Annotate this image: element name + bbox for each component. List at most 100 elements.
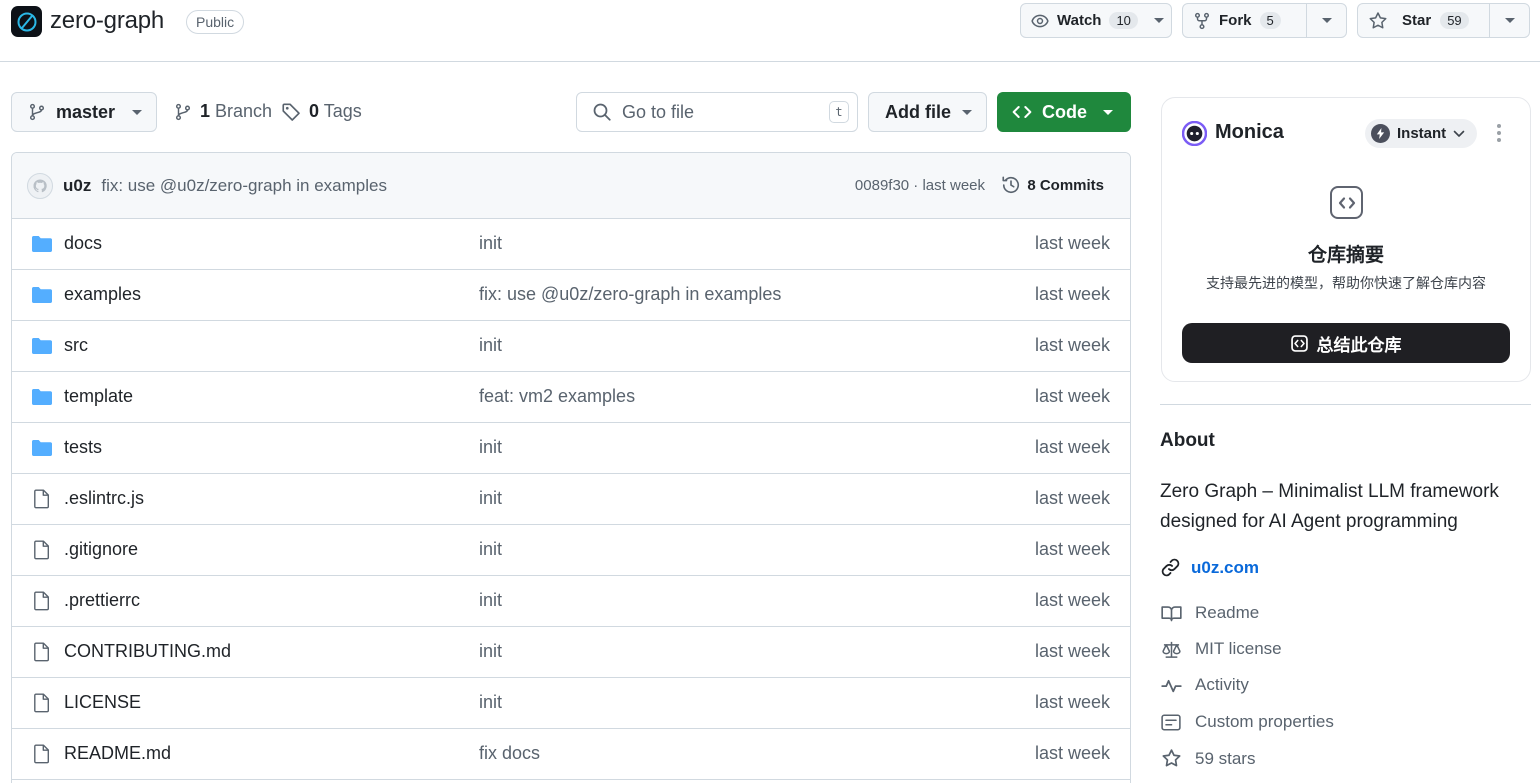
file-name[interactable]: .eslintrc.js [64,488,144,509]
branches-link[interactable]: 1 Branch [174,101,272,122]
chevron-down-icon [1453,130,1465,138]
stars-link[interactable]: 59 stars [1160,748,1255,769]
sidebar-divider [1160,404,1531,405]
file-commit-message[interactable]: init [479,539,502,560]
custom-properties-label: Custom properties [1195,712,1334,731]
file-name[interactable]: .gitignore [64,539,138,560]
file-date: last week [1034,284,1110,304]
file-date: last week [1034,488,1110,508]
star-dropdown[interactable] [1489,4,1529,37]
branch-select-button[interactable]: master [11,92,157,132]
file-name[interactable]: .prettierrc [64,590,140,611]
table-row: .prettierrc init last week [12,576,1130,627]
fork-button[interactable]: Fork 5 [1182,3,1347,38]
folder-icon [31,438,53,457]
about-description: Zero Graph – Minimalist LLM framework de… [1160,481,1499,532]
repo-logo-icon[interactable] [11,6,42,37]
custom-properties-link[interactable]: Custom properties [1160,712,1334,732]
file-commit-message[interactable]: init [479,335,502,356]
file-name[interactable]: docs [64,233,102,254]
commits-count: 8 Commits [1027,176,1104,194]
eye-icon [1031,12,1049,30]
star-label: Star [1402,12,1432,29]
tags-link[interactable]: 0 Tags [281,101,362,122]
website-link[interactable]: u0z.com [1160,557,1259,578]
watch-count: 10 [1109,12,1138,29]
file-name[interactable]: template [64,386,133,407]
file-name[interactable]: LICENSE [64,692,141,713]
table-row: docs init last week [12,219,1130,270]
file-commit-message[interactable]: init [479,590,502,611]
link-icon [1160,557,1181,578]
star-icon [1160,748,1182,769]
website-label: u0z.com [1191,557,1260,577]
activity-link[interactable]: Activity [1160,675,1249,695]
tags-count: 0 [309,101,320,121]
file-commit-message[interactable]: init [479,233,502,254]
fork-count: 5 [1259,12,1281,29]
shortcut-key: t [829,101,849,123]
code-button[interactable]: Code [997,92,1131,132]
monica-subtitle: 支持最先进的模型，帮助你快速了解仓库内容 [1206,275,1486,291]
add-file-button[interactable]: Add file [868,92,987,132]
file-name[interactable]: src [64,335,88,356]
branches-label: Branch [215,101,273,121]
file-icon [31,693,53,713]
table-row: .gitignore init last week [12,525,1130,576]
book-icon [1160,604,1182,623]
file-commit-message[interactable]: init [479,488,502,509]
commit-author[interactable]: u0z [63,176,91,196]
table-row: .eslintrc.js init last week [12,474,1130,525]
search-icon [592,102,612,122]
file-commit-message[interactable]: init [479,437,502,458]
watch-button[interactable]: Watch 10 [1020,3,1172,38]
branch-icon [174,103,192,121]
table-row: LICENSE init last week [12,678,1130,729]
star-button[interactable]: Star 59 [1357,3,1530,38]
about-heading: About [1160,430,1215,451]
file-commit-message[interactable]: fix docs [479,743,540,764]
readme-label: Readme [1195,603,1260,622]
history-icon [1001,175,1021,195]
table-row: src init last week [12,321,1130,372]
mode-select[interactable]: Instant [1365,119,1478,148]
note-icon [1160,714,1182,731]
star-icon [1368,11,1388,31]
file-commit-message[interactable]: feat: vm2 examples [479,386,635,407]
fork-label: Fork [1219,12,1252,29]
watch-label: Watch [1057,12,1102,29]
code-icon [1012,103,1032,121]
commit-meta[interactable]: 0089f30 · last week [855,177,985,194]
more-options-icon[interactable] [1497,124,1501,142]
license-link[interactable]: MIT license [1160,639,1282,659]
monica-title: 仓库摘要 [1307,245,1384,266]
file-date: last week [1034,743,1110,763]
avatar[interactable] [27,172,53,199]
repo-header: zero-graph Public Watch 10 Fork 5 Star 5… [0,0,1540,62]
chevron-down-icon [1154,18,1165,23]
tag-icon [281,102,301,122]
file-commit-message[interactable]: fix: use @u0z/zero-graph in examples [479,284,781,305]
fork-dropdown[interactable] [1306,4,1346,37]
file-name[interactable]: README.md [64,743,171,764]
go-to-file-input[interactable]: Go to file t [576,92,858,132]
chevron-down-icon [1103,109,1113,115]
commits-link[interactable]: 8 Commits [1001,175,1104,195]
file-icon [31,642,53,662]
file-commit-message[interactable]: init [479,641,502,662]
file-commit-message[interactable]: init [479,692,502,713]
file-icon [31,591,53,611]
add-file-label: Add file [885,101,951,122]
tags-label: Tags [323,101,362,121]
commit-message[interactable]: fix: use @u0z/zero-graph in examples [101,176,387,196]
watch-dropdown[interactable] [1148,4,1171,37]
summarize-repo-button[interactable]: 总结此仓库 [1182,323,1510,363]
table-row: examples fix: use @u0z/zero-graph in exa… [12,270,1130,321]
file-name[interactable]: CONTRIBUTING.md [64,641,231,662]
file-name[interactable]: examples [64,284,141,305]
readme-link[interactable]: Readme [1160,603,1259,623]
go-to-file-placeholder: Go to file [622,101,695,122]
folder-icon [31,387,53,406]
repo-name[interactable]: zero-graph [50,7,164,35]
file-name[interactable]: tests [64,437,102,458]
